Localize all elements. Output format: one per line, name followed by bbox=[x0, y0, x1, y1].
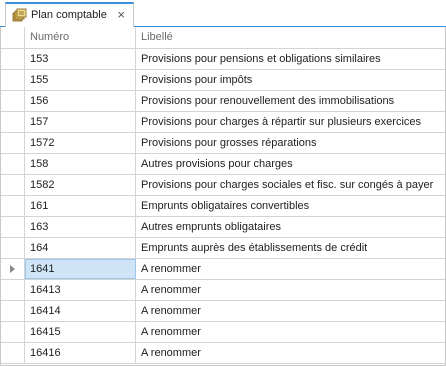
header-indicator-cell bbox=[1, 27, 25, 48]
tab-plan-comptable[interactable]: Plan comptable × bbox=[5, 2, 134, 27]
cell-libelle[interactable]: A renommer bbox=[136, 322, 445, 342]
cell-numero[interactable]: 1572 bbox=[25, 133, 136, 153]
cell-libelle[interactable]: Emprunts auprès des établissements de cr… bbox=[136, 238, 445, 258]
cell-libelle[interactable]: Provisions pour charges sociales et fisc… bbox=[136, 175, 445, 195]
grid-rows: 153 Provisions pour pensions et obligatio… bbox=[1, 49, 445, 364]
table-row[interactable]: 1641 A renommer bbox=[1, 259, 445, 280]
cell-libelle[interactable]: A renommer bbox=[136, 301, 445, 321]
row-indicator[interactable] bbox=[1, 133, 25, 153]
table-row[interactable]: 16415 A renommer bbox=[1, 322, 445, 343]
cell-numero[interactable]: 158 bbox=[25, 154, 136, 174]
row-indicator[interactable] bbox=[1, 217, 25, 237]
cell-numero[interactable]: 157 bbox=[25, 112, 136, 132]
cell-numero[interactable]: 155 bbox=[25, 70, 136, 90]
cell-libelle[interactable]: Provisions pour impôts bbox=[136, 70, 445, 90]
cell-libelle[interactable]: Provisions pour pensions et obligations … bbox=[136, 49, 445, 69]
row-indicator[interactable] bbox=[1, 322, 25, 342]
cell-numero[interactable]: 16415 bbox=[25, 322, 136, 342]
ledger-icon bbox=[12, 8, 28, 22]
cell-libelle[interactable]: A renommer bbox=[136, 343, 445, 363]
row-indicator[interactable] bbox=[1, 343, 25, 363]
current-row-arrow-icon bbox=[10, 265, 15, 273]
table-row[interactable]: 157 Provisions pour charges à répartir su… bbox=[1, 112, 445, 133]
tab-label: Plan comptable bbox=[31, 9, 107, 21]
table-row[interactable]: 156 Provisions pour renouvellement des im… bbox=[1, 91, 445, 112]
cell-libelle[interactable]: Emprunts obligataires convertibles bbox=[136, 196, 445, 216]
cell-numero[interactable]: 161 bbox=[25, 196, 136, 216]
row-indicator[interactable] bbox=[1, 70, 25, 90]
cell-libelle[interactable]: A renommer bbox=[136, 280, 445, 300]
row-indicator[interactable] bbox=[1, 238, 25, 258]
table-row[interactable]: 155 Provisions pour impôts bbox=[1, 70, 445, 91]
close-icon[interactable]: × bbox=[117, 7, 125, 23]
table-row[interactable]: 16416 A renommer bbox=[1, 343, 445, 364]
table-row[interactable]: 16413 A renommer bbox=[1, 280, 445, 301]
row-indicator[interactable] bbox=[1, 259, 25, 279]
cell-libelle[interactable]: Autres emprunts obligataires bbox=[136, 217, 445, 237]
row-indicator[interactable] bbox=[1, 175, 25, 195]
cell-libelle[interactable]: Provisions pour charges à répartir sur p… bbox=[136, 112, 445, 132]
row-indicator[interactable] bbox=[1, 49, 25, 69]
cell-numero[interactable]: 16416 bbox=[25, 343, 136, 363]
cell-libelle[interactable]: Provisions pour grosses réparations bbox=[136, 133, 445, 153]
table-row[interactable]: 1582 Provisions pour charges sociales et … bbox=[1, 175, 445, 196]
cell-numero[interactable]: 1641 bbox=[25, 259, 136, 279]
row-indicator[interactable] bbox=[1, 301, 25, 321]
table-row[interactable]: 163 Autres emprunts obligataires bbox=[1, 217, 445, 238]
cell-numero[interactable]: 16414 bbox=[25, 301, 136, 321]
cell-libelle[interactable]: Autres provisions pour charges bbox=[136, 154, 445, 174]
cell-libelle[interactable]: Provisions pour renouvellement des immob… bbox=[136, 91, 445, 111]
table-row[interactable]: 16414 A renommer bbox=[1, 301, 445, 322]
cell-numero[interactable]: 163 bbox=[25, 217, 136, 237]
row-indicator[interactable] bbox=[1, 196, 25, 216]
table-row[interactable]: 158 Autres provisions pour charges bbox=[1, 154, 445, 175]
row-indicator[interactable] bbox=[1, 112, 25, 132]
grid-header: Numéro Libellé bbox=[1, 27, 445, 49]
cell-numero[interactable]: 1582 bbox=[25, 175, 136, 195]
column-header-numero[interactable]: Numéro bbox=[25, 27, 136, 48]
row-indicator[interactable] bbox=[1, 154, 25, 174]
tab-strip: Plan comptable × bbox=[0, 0, 446, 27]
table-row[interactable]: 164 Emprunts auprès des établissements de… bbox=[1, 238, 445, 259]
column-header-libelle[interactable]: Libellé bbox=[136, 27, 445, 48]
row-indicator[interactable] bbox=[1, 91, 25, 111]
cell-numero[interactable]: 164 bbox=[25, 238, 136, 258]
cell-libelle[interactable]: A renommer bbox=[136, 259, 445, 279]
cell-numero[interactable]: 16413 bbox=[25, 280, 136, 300]
row-indicator[interactable] bbox=[1, 280, 25, 300]
accounts-grid: Numéro Libellé 153 Provisions pour pensio… bbox=[0, 27, 446, 366]
cell-numero[interactable]: 153 bbox=[25, 49, 136, 69]
table-row[interactable]: 1572 Provisions pour grosses réparations bbox=[1, 133, 445, 154]
table-row[interactable]: 161 Emprunts obligataires convertibles bbox=[1, 196, 445, 217]
table-row[interactable]: 153 Provisions pour pensions et obligatio… bbox=[1, 49, 445, 70]
cell-numero[interactable]: 156 bbox=[25, 91, 136, 111]
